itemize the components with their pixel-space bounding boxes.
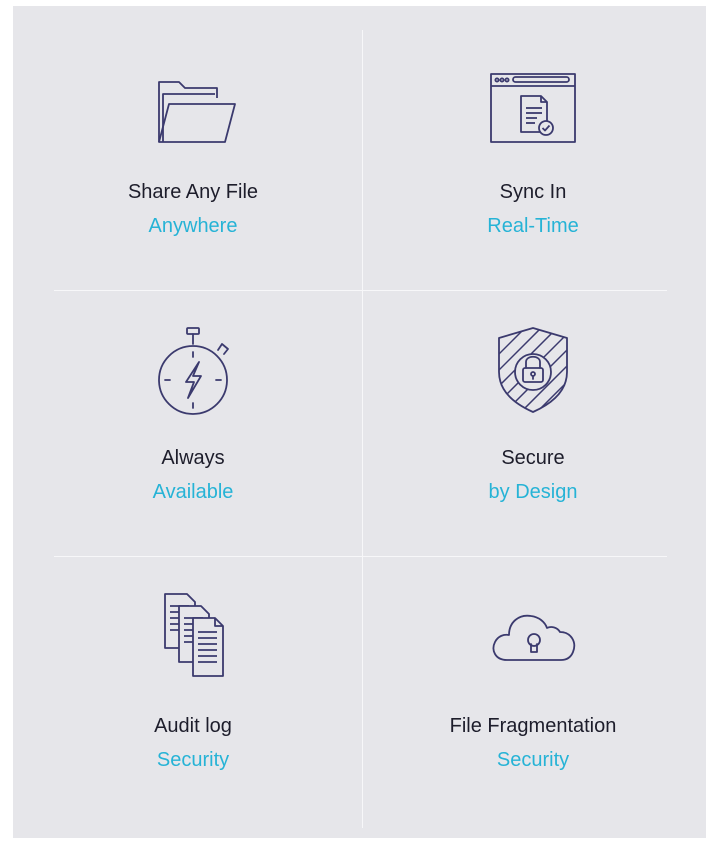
feature-subtitle: by Design (488, 481, 578, 503)
features-panel: Share Any File Anywhere Sync In Real-Tim… (13, 6, 706, 838)
feature-share-any-file: Share Any File Anywhere (23, 30, 363, 290)
feature-title: Share Any File (127, 181, 259, 203)
cloud-lock-icon (485, 586, 581, 682)
feature-secure-by-design: Secure by Design (363, 296, 703, 556)
feature-title: Secure (501, 447, 565, 469)
feature-subtitle: Security (156, 749, 230, 771)
feature-title: Sync In (499, 181, 567, 203)
shield-lock-icon (485, 322, 581, 418)
folder-icon (145, 64, 241, 160)
feature-title: File Fragmentation (449, 715, 617, 737)
feature-subtitle: Security (496, 749, 570, 771)
feature-title: Always (161, 447, 225, 469)
feature-subtitle: Anywhere (148, 215, 238, 237)
feature-always-available: Always Available (23, 296, 363, 556)
feature-file-fragmentation: File Fragmentation Security (363, 562, 703, 822)
feature-subtitle: Real-Time (487, 215, 579, 237)
horizontal-divider-2 (54, 556, 667, 557)
feature-sync-in: Sync In Real-Time (363, 30, 703, 290)
documents-stack-icon (145, 586, 241, 682)
browser-document-icon (485, 64, 581, 160)
feature-audit-log: Audit log Security (23, 562, 363, 822)
feature-subtitle: Available (152, 481, 234, 503)
stopwatch-icon (145, 322, 241, 418)
horizontal-divider-1 (54, 290, 667, 291)
feature-title: Audit log (154, 715, 232, 737)
